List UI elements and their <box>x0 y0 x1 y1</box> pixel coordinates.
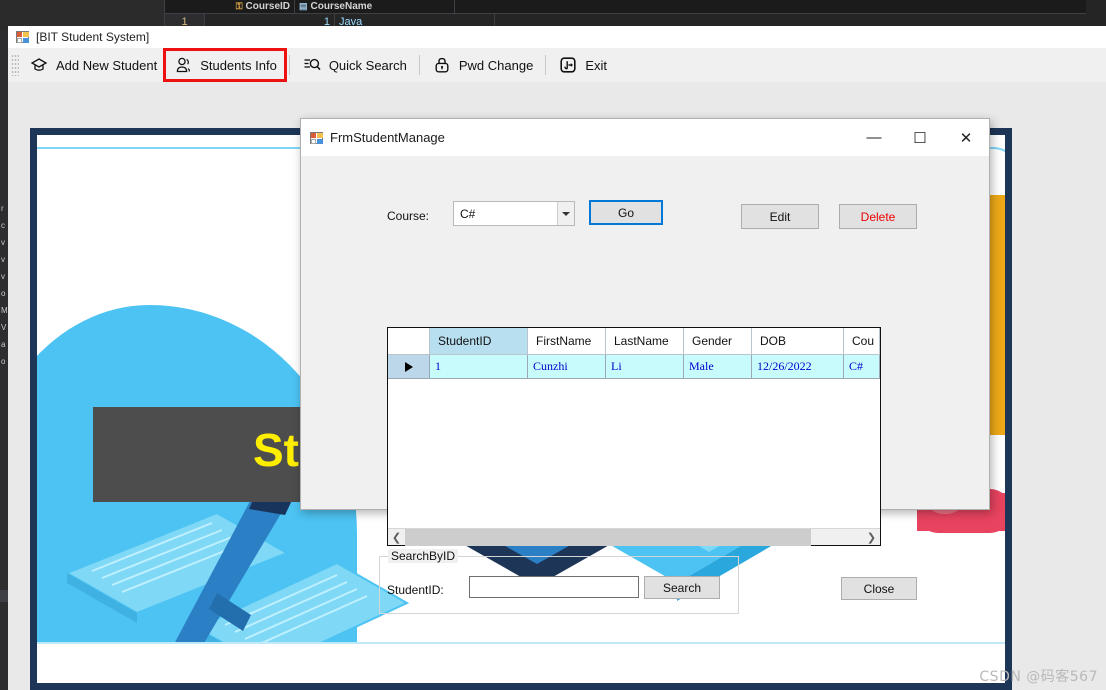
grid-cell-course[interactable]: C# <box>844 355 880 379</box>
table-row[interactable]: 1 Cunzhi Li Male 12/26/2022 C# <box>388 355 880 379</box>
search-button[interactable]: Search <box>644 576 720 599</box>
main-window-titlebar: [BIT Student System] <box>8 26 1106 48</box>
ide-col-courseid: ⚿ CourseID <box>165 0 295 14</box>
toolbar-label-students-info: Students Info <box>200 57 277 73</box>
main-toolbar: Add New Student Students Info Quick Sear… <box>8 48 1106 82</box>
watermark: CSDN @码客567 <box>979 669 1098 685</box>
edit-button[interactable]: Edit <box>741 204 819 229</box>
vs-form-icon <box>310 131 323 144</box>
grid-empty-area <box>388 379 880 527</box>
toolbar-separator-3 <box>545 55 547 75</box>
grid-cell-gender[interactable]: Male <box>684 355 752 379</box>
dialog-title-label: FrmStudentManage <box>330 130 445 145</box>
grid-col-firstname[interactable]: FirstName <box>528 328 606 355</box>
grid-cell-studentid[interactable]: 1 <box>430 355 528 379</box>
scroll-right-arrow-icon[interactable]: ❯ <box>863 529 880 546</box>
delete-button[interactable]: Delete <box>839 204 917 229</box>
toolbar-separator-2 <box>418 55 420 75</box>
lock-icon <box>432 55 452 75</box>
minimize-button[interactable]: — <box>851 119 897 156</box>
close-window-button[interactable]: ✕ <box>943 119 989 156</box>
course-dropdown-value: C# <box>460 206 476 221</box>
grid-cell-dob[interactable]: 12/26/2022 <box>752 355 844 379</box>
toolbar-button-add-new-student[interactable]: Add New Student <box>21 50 165 80</box>
grid-corner-cell[interactable] <box>388 328 430 355</box>
people-icon <box>173 55 193 75</box>
app-icon <box>16 31 29 43</box>
search-list-icon <box>302 55 322 75</box>
dialog-window-controls: — ☐ ✕ <box>851 119 989 156</box>
scrollbar-thumb[interactable] <box>405 528 811 546</box>
toolbar-label-quick-search: Quick Search <box>328 57 407 73</box>
scroll-left-arrow-icon[interactable]: ❮ <box>388 529 405 546</box>
ide-grid-header: ⚿ CourseID ▤ CourseName <box>165 0 1086 14</box>
close-button[interactable]: Close <box>841 577 917 600</box>
app-title-label: [BIT Student System] <box>36 30 150 44</box>
students-grid[interactable]: StudentID FirstName LastName Gender DOB … <box>387 327 881 546</box>
toolbar-button-quick-search[interactable]: Quick Search <box>294 50 415 80</box>
toolbar-button-students-info[interactable]: Students Info <box>163 48 287 82</box>
toolbar-button-exit[interactable]: Exit <box>550 50 615 80</box>
maximize-button[interactable]: ☐ <box>897 119 943 156</box>
course-label: Course: <box>387 209 430 223</box>
course-dropdown[interactable]: C# <box>453 201 575 226</box>
toolbar-label-pwd-change: Pwd Change <box>458 57 534 73</box>
dialog-body: Course: C# Go Edit Delete StudentID Firs… <box>301 156 989 614</box>
table-icon: ▤ <box>299 1 308 11</box>
grid-cell-firstname[interactable]: Cunzhi <box>528 355 606 379</box>
grid-col-studentid[interactable]: StudentID <box>430 328 528 355</box>
grid-cell-lastname[interactable]: Li <box>606 355 684 379</box>
toolbar-grip[interactable] <box>11 54 19 76</box>
studentid-input[interactable] <box>469 576 639 598</box>
grid-horizontal-scrollbar[interactable]: ❮ ❯ <box>388 528 880 546</box>
dialog-titlebar: FrmStudentManage — ☐ ✕ <box>301 119 989 156</box>
grid-col-dob[interactable]: DOB <box>752 328 844 355</box>
toolbar-button-pwd-change[interactable]: Pwd Change <box>424 50 541 80</box>
ide-col-coursename: ▤ CourseName <box>295 0 455 14</box>
screen-root: ⚿ CourseID ▤ CourseName 1 1 Java r c v v… <box>0 0 1106 690</box>
search-by-id-legend: SearchByID <box>388 549 459 563</box>
ide-col-blank <box>455 0 895 14</box>
key-icon: ⚿ <box>235 1 243 11</box>
toolbar-separator-1 <box>288 55 290 75</box>
grid-col-gender[interactable]: Gender <box>684 328 752 355</box>
exit-icon <box>558 55 578 75</box>
student-manage-dialog: FrmStudentManage — ☐ ✕ Course: C# Go Edi… <box>300 118 990 614</box>
studentid-label: StudentID: <box>387 583 444 597</box>
toolbar-label-add-new-student: Add New Student <box>56 57 158 73</box>
toolbar-label-exit: Exit <box>585 57 607 73</box>
scrollbar-track[interactable] <box>405 528 863 546</box>
graduation-cap-icon <box>29 55 49 75</box>
grid-col-course[interactable]: Cou <box>844 328 880 355</box>
grid-header-row: StudentID FirstName LastName Gender DOB … <box>388 328 880 355</box>
grid-col-lastname[interactable]: LastName <box>606 328 684 355</box>
chevron-down-icon <box>557 202 574 225</box>
go-button[interactable]: Go <box>589 200 663 225</box>
grid-row-selector[interactable] <box>388 355 430 379</box>
